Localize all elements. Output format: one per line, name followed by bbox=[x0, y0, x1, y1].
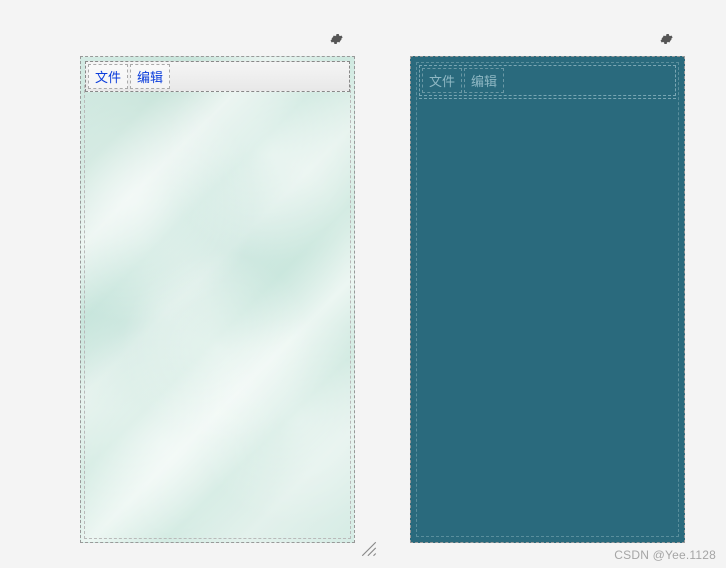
menubar-left: 文件 编辑 bbox=[85, 61, 350, 92]
gear-icon[interactable] bbox=[329, 32, 343, 46]
design-panel-right[interactable]: 文件 编辑 bbox=[410, 56, 685, 543]
design-panel-left[interactable]: 文件 编辑 bbox=[80, 56, 355, 543]
menu-edit[interactable]: 编辑 bbox=[130, 64, 170, 89]
designer-workspace: 文件 编辑 文件 编辑 CSDN @Yee.1128 bbox=[0, 0, 726, 568]
gear-icon[interactable] bbox=[659, 32, 673, 46]
watermark-text: CSDN @Yee.1128 bbox=[614, 548, 716, 562]
selection-outline bbox=[84, 85, 351, 539]
menubar-divider bbox=[419, 98, 676, 99]
resize-grip-icon[interactable] bbox=[360, 540, 378, 558]
menubar-right: 文件 编辑 bbox=[419, 65, 676, 96]
menu-edit[interactable]: 编辑 bbox=[464, 68, 504, 93]
selection-outline bbox=[416, 62, 679, 537]
menu-file[interactable]: 文件 bbox=[422, 68, 462, 93]
menu-file[interactable]: 文件 bbox=[88, 64, 128, 89]
